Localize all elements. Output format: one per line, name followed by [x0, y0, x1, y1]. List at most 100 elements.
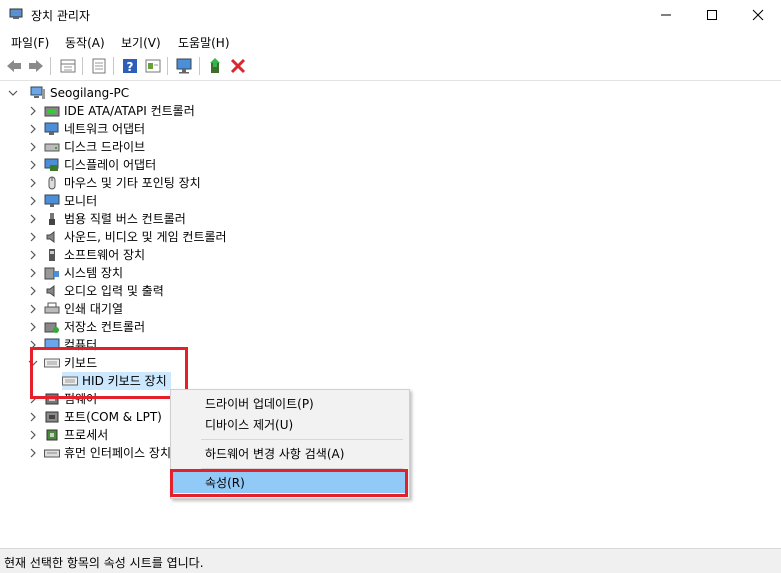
- tree-item[interactable]: 인쇄 대기열: [28, 300, 123, 318]
- tree-item[interactable]: 시스템 장치: [28, 264, 123, 282]
- chevron-right-icon[interactable]: [28, 120, 38, 138]
- menu-file[interactable]: 파일(F): [11, 34, 49, 51]
- tree-item[interactable]: 프로세서: [28, 426, 108, 444]
- uninstall-x-icon[interactable]: [229, 57, 247, 75]
- disk-drive-icon: [44, 143, 60, 152]
- maximize-button[interactable]: [689, 0, 735, 30]
- speaker-icon: [46, 231, 55, 243]
- keyboard-icon: [44, 358, 60, 368]
- menu-item-scan-hardware[interactable]: 하드웨어 변경 사항 검색(A): [171, 442, 407, 464]
- usb-icon: [49, 213, 55, 225]
- minimize-icon: [661, 14, 671, 16]
- tree-item-label: 범용 직렬 버스 컨트롤러: [64, 212, 186, 226]
- monitor-icon: [44, 194, 60, 207]
- tree-item[interactable]: 컴퓨터: [28, 336, 97, 354]
- tree-item-label: 시스템 장치: [64, 266, 124, 280]
- tree-item[interactable]: 오디오 입력 및 출력: [28, 282, 164, 300]
- tree-item[interactable]: 마우스 및 기타 포인팅 장치: [28, 174, 201, 192]
- chevron-right-icon[interactable]: [28, 408, 38, 426]
- chevron-right-icon[interactable]: [28, 138, 38, 156]
- chevron-right-icon[interactable]: [28, 228, 38, 246]
- chevron-right-icon[interactable]: [28, 210, 38, 228]
- chevron-right-icon[interactable]: [28, 246, 38, 264]
- chevron-right-icon[interactable]: [28, 174, 38, 192]
- tree-item-label: IDE ATA/ATAPI 컨트롤러: [64, 104, 195, 118]
- menu-help[interactable]: 도움말(H): [178, 34, 230, 51]
- context-menu: 드라이버 업데이트(P) 디바이스 제거(U) 하드웨어 변경 사항 검색(A)…: [170, 389, 410, 499]
- minimize-button[interactable]: [643, 0, 689, 30]
- chevron-right-icon[interactable]: [28, 300, 38, 318]
- status-bar: 현재 선택한 항목의 속성 시트를 엽니다.: [0, 548, 781, 573]
- tree-root-label: Seogilang-PC: [50, 86, 130, 100]
- tree-item-label: 오디오 입력 및 출력: [64, 284, 164, 298]
- tree-item[interactable]: IDE ATA/ATAPI 컨트롤러: [28, 102, 195, 120]
- chevron-right-icon[interactable]: [28, 192, 38, 210]
- tree-item[interactable]: 모니터: [28, 192, 97, 210]
- menu-item-uninstall[interactable]: 디바이스 제거(U): [171, 413, 407, 435]
- chevron-right-icon[interactable]: [28, 102, 38, 120]
- chevron-right-icon[interactable]: [28, 264, 38, 282]
- tree-item-label: 휴먼 인터페이스 장치: [64, 446, 171, 460]
- printer-icon: [44, 302, 60, 314]
- tree-item[interactable]: 포트(COM & LPT): [28, 408, 162, 426]
- display-adapter-icon: [44, 158, 59, 171]
- menu-separator: [201, 439, 403, 440]
- software-device-icon: [49, 249, 55, 261]
- tree-item[interactable]: 디스플레이 어댑터: [28, 156, 156, 174]
- menu-separator: [201, 468, 403, 469]
- back-arrow-icon[interactable]: [5, 57, 23, 75]
- update-driver-icon[interactable]: [207, 57, 225, 75]
- tree-item-label: 키보드: [64, 356, 98, 370]
- chevron-right-icon[interactable]: [28, 156, 38, 174]
- tree-item-label: 소프트웨어 장치: [64, 248, 146, 262]
- tree-root[interactable]: Seogilang-PC: [8, 84, 129, 102]
- properties-sheet-icon[interactable]: [90, 57, 108, 75]
- tree-item[interactable]: 저장소 컨트롤러: [28, 318, 145, 336]
- device-view-icon[interactable]: [59, 57, 77, 75]
- toolbar-separator: [82, 57, 83, 75]
- chevron-right-icon[interactable]: [28, 336, 38, 354]
- chevron-right-icon[interactable]: [28, 444, 38, 462]
- toolbar: ?: [0, 52, 781, 81]
- tree-item-label: 마우스 및 기타 포인팅 장치: [64, 176, 201, 190]
- network-adapter-icon: [44, 122, 59, 135]
- chevron-down-icon[interactable]: [28, 354, 38, 372]
- show-hidden-icon[interactable]: [144, 57, 162, 75]
- menu-action[interactable]: 동작(A): [65, 34, 105, 51]
- tree-item[interactable]: 범용 직렬 버스 컨트롤러: [28, 210, 186, 228]
- tree-item-hid-keyboard[interactable]: HID 키보드 장치: [62, 372, 171, 390]
- firmware-icon: [45, 393, 59, 405]
- tree-item[interactable]: 소프트웨어 장치: [28, 246, 145, 264]
- tree-item-label: 저장소 컨트롤러: [64, 320, 146, 334]
- close-button[interactable]: [735, 0, 781, 30]
- system-device-icon: [44, 267, 59, 280]
- chevron-right-icon[interactable]: [28, 390, 38, 408]
- ide-controller-icon: [44, 106, 60, 117]
- toolbar-separator: [50, 57, 51, 75]
- tree-item-keyboard[interactable]: 키보드: [28, 354, 97, 372]
- tree-item-label: HID 키보드 장치: [82, 374, 167, 388]
- monitor-scan-icon[interactable]: [175, 57, 193, 75]
- tree-item[interactable]: 사운드, 비디오 및 게임 컨트롤러: [28, 228, 227, 246]
- menu-item-properties[interactable]: 속성(R): [172, 471, 406, 493]
- tree-item[interactable]: 네트워크 어댑터: [28, 120, 145, 138]
- title-bar: 장치 관리자: [0, 0, 781, 30]
- help-icon[interactable]: ?: [121, 57, 139, 75]
- menu-item-update-driver[interactable]: 드라이버 업데이트(P): [171, 392, 407, 414]
- chevron-right-icon[interactable]: [28, 282, 38, 300]
- tree-item-label: 사운드, 비디오 및 게임 컨트롤러: [64, 230, 227, 244]
- chevron-down-icon[interactable]: [8, 84, 18, 102]
- audio-icon: [46, 285, 55, 297]
- window-title: 장치 관리자: [31, 9, 91, 23]
- tree-item[interactable]: 펌웨어: [28, 390, 97, 408]
- chevron-right-icon[interactable]: [28, 318, 38, 336]
- forward-arrow-icon[interactable]: [27, 57, 45, 75]
- tree-item[interactable]: 디스크 드라이브: [28, 138, 145, 156]
- toolbar-separator: [199, 57, 200, 75]
- tree-item-label: 포트(COM & LPT): [64, 410, 162, 424]
- chevron-right-icon[interactable]: [28, 426, 38, 444]
- menu-view[interactable]: 보기(V): [121, 34, 161, 51]
- mouse-icon: [48, 176, 56, 190]
- tree-item-label: 펌웨어: [64, 392, 98, 406]
- tree-item[interactable]: 휴먼 인터페이스 장치: [28, 444, 171, 462]
